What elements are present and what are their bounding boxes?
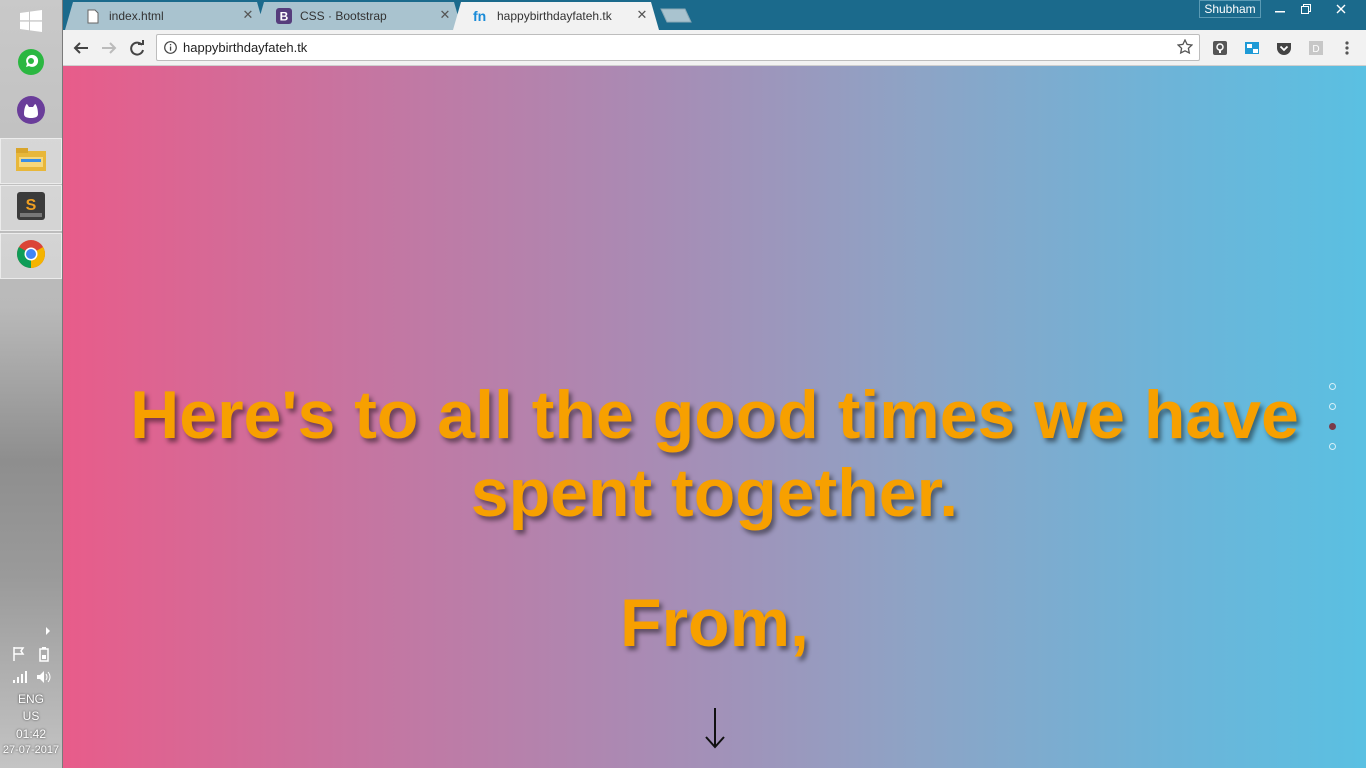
network-signal-icon[interactable] bbox=[12, 670, 28, 689]
desktop-screen: S ENG US 01:42 27-07-2017 index.html ✕ B… bbox=[0, 0, 1366, 768]
tab-close-icon[interactable]: ✕ bbox=[241, 8, 255, 22]
birthday-page: Here's to all the good times we have spe… bbox=[63, 66, 1366, 768]
svg-text:D: D bbox=[1312, 44, 1319, 55]
minimize-button[interactable] bbox=[1267, 0, 1293, 18]
reload-icon bbox=[130, 40, 144, 56]
reload-button[interactable] bbox=[126, 37, 148, 59]
restore-icon bbox=[1301, 4, 1311, 14]
sublime-icon: S bbox=[16, 191, 46, 226]
restore-button[interactable] bbox=[1293, 0, 1319, 18]
url-text: happybirthdayfateh.tk bbox=[183, 40, 308, 55]
tab-title: index.html bbox=[109, 9, 164, 23]
chrome-taskbar-button[interactable] bbox=[0, 233, 62, 279]
pocket-extension-button[interactable] bbox=[1275, 39, 1293, 57]
clock-date[interactable]: 27-07-2017 bbox=[0, 744, 62, 756]
slide-dot-1[interactable] bbox=[1329, 383, 1336, 390]
minimize-icon bbox=[1275, 11, 1285, 13]
new-tab-button[interactable] bbox=[659, 7, 693, 24]
whatsapp-taskbar-button[interactable] bbox=[0, 41, 62, 87]
file-icon bbox=[85, 8, 101, 24]
info-icon[interactable] bbox=[164, 41, 177, 59]
clock-time[interactable]: 01:42 bbox=[0, 727, 62, 741]
profile-name: Shubham bbox=[1204, 2, 1256, 16]
tab-close-icon[interactable]: ✕ bbox=[438, 8, 452, 22]
d-extension-button[interactable]: D bbox=[1307, 39, 1325, 57]
keep-extension-button[interactable] bbox=[1211, 39, 1229, 57]
close-window-button[interactable] bbox=[1319, 0, 1363, 18]
bootstrap-icon: B bbox=[276, 8, 292, 24]
page-headline: Here's to all the good times we have spe… bbox=[130, 377, 1299, 531]
close-icon bbox=[1336, 4, 1346, 14]
cat-app-taskbar-button[interactable] bbox=[0, 89, 62, 135]
tab-close-icon[interactable]: ✕ bbox=[635, 8, 649, 22]
slide-dot-3[interactable] bbox=[1329, 423, 1336, 430]
file-explorer-taskbar-button[interactable] bbox=[0, 138, 62, 184]
cast-extension-button[interactable] bbox=[1243, 39, 1261, 57]
windows-taskbar: S ENG US 01:42 27-07-2017 bbox=[0, 0, 63, 768]
fn-icon: fn bbox=[473, 8, 489, 24]
input-language[interactable]: ENG bbox=[0, 692, 62, 706]
sublime-text-taskbar-button[interactable]: S bbox=[0, 185, 62, 231]
windows-logo-icon bbox=[19, 9, 43, 38]
tab-index-html[interactable]: index.html ✕ bbox=[65, 2, 265, 30]
whatsapp-icon bbox=[17, 48, 45, 81]
tab-title: CSS · Bootstrap bbox=[300, 9, 387, 23]
scroll-down-arrow-icon[interactable] bbox=[703, 706, 727, 750]
chrome-toolbar: happybirthdayfateh.tk D bbox=[63, 30, 1366, 66]
pocket-icon bbox=[1277, 43, 1291, 55]
folder-icon bbox=[15, 145, 47, 178]
volume-speaker-icon[interactable] bbox=[36, 670, 52, 689]
from-text: From, bbox=[620, 585, 809, 661]
chrome-icon bbox=[16, 239, 46, 274]
profile-button[interactable]: Shubham bbox=[1199, 0, 1261, 18]
slide-dot-4[interactable] bbox=[1329, 443, 1336, 450]
back-button[interactable] bbox=[70, 37, 92, 59]
action-center-flag-icon[interactable] bbox=[12, 646, 28, 667]
address-bar[interactable]: happybirthdayfateh.tk bbox=[156, 34, 1200, 61]
more-vertical-icon bbox=[1345, 41, 1349, 55]
chrome-tab-strip: index.html ✕ B CSS · Bootstrap ✕ fn happ… bbox=[63, 0, 1366, 30]
cat-icon bbox=[16, 95, 46, 130]
tab-title: happybirthdayfateh.tk bbox=[497, 9, 612, 23]
input-region[interactable]: US bbox=[0, 709, 62, 723]
back-arrow-icon bbox=[73, 42, 88, 54]
slide-dot-2[interactable] bbox=[1329, 403, 1336, 410]
power-battery-icon[interactable] bbox=[36, 646, 52, 667]
show-hidden-icons-chevron-icon[interactable] bbox=[44, 623, 52, 641]
forward-button[interactable] bbox=[98, 37, 120, 59]
tab-css-bootstrap[interactable]: B CSS · Bootstrap ✕ bbox=[256, 2, 462, 30]
d-extension-icon: D bbox=[1309, 41, 1323, 55]
tab-happybirthdayfateh[interactable]: fn happybirthdayfateh.tk ✕ bbox=[453, 2, 659, 30]
forward-arrow-icon bbox=[102, 42, 117, 54]
keep-icon bbox=[1213, 41, 1227, 55]
svg-text:S: S bbox=[26, 197, 37, 214]
svg-text:fn: fn bbox=[473, 9, 486, 23]
bookmark-star-icon[interactable] bbox=[1176, 38, 1194, 60]
start-button[interactable] bbox=[0, 0, 62, 46]
chrome-menu-button[interactable] bbox=[1338, 39, 1356, 57]
svg-text:B: B bbox=[280, 10, 289, 24]
cast-icon bbox=[1245, 42, 1259, 54]
